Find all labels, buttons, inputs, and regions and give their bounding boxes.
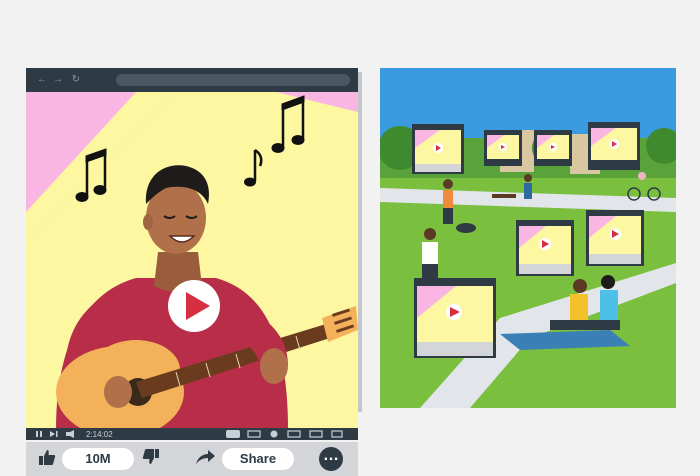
more-dots-icon[interactable]: …: [319, 447, 343, 471]
mini-video-card: [412, 124, 464, 174]
mini-video-card: [588, 122, 640, 170]
playback-controls: [26, 428, 358, 440]
captions-icon: [226, 430, 240, 438]
volume-icon: [66, 432, 70, 436]
action-bar: 10M Share …: [26, 442, 358, 476]
arrow-left-icon[interactable]: ←: [36, 73, 48, 87]
mini-video-card: [484, 130, 522, 166]
park-illustration: [380, 68, 676, 408]
park-scene: [380, 68, 676, 408]
browser-title-bar: ← → ↻: [26, 68, 358, 92]
guitarist-illustration: [26, 92, 358, 430]
mini-video-card: [414, 278, 496, 358]
pause-icon: [36, 431, 38, 437]
mini-video-card: [586, 210, 644, 266]
mini-video-card: [534, 130, 572, 166]
video-player-window: ← → ↻ 2:14:02 10M Share …: [26, 68, 358, 476]
settings-icon: [270, 430, 278, 438]
mini-video-card: [516, 220, 574, 276]
reload-icon[interactable]: ↻: [70, 73, 82, 87]
arrow-right-icon[interactable]: →: [52, 73, 64, 87]
video-frame[interactable]: [26, 92, 358, 430]
address-bar[interactable]: [116, 74, 350, 86]
time-label: 2:14:02: [86, 430, 113, 439]
